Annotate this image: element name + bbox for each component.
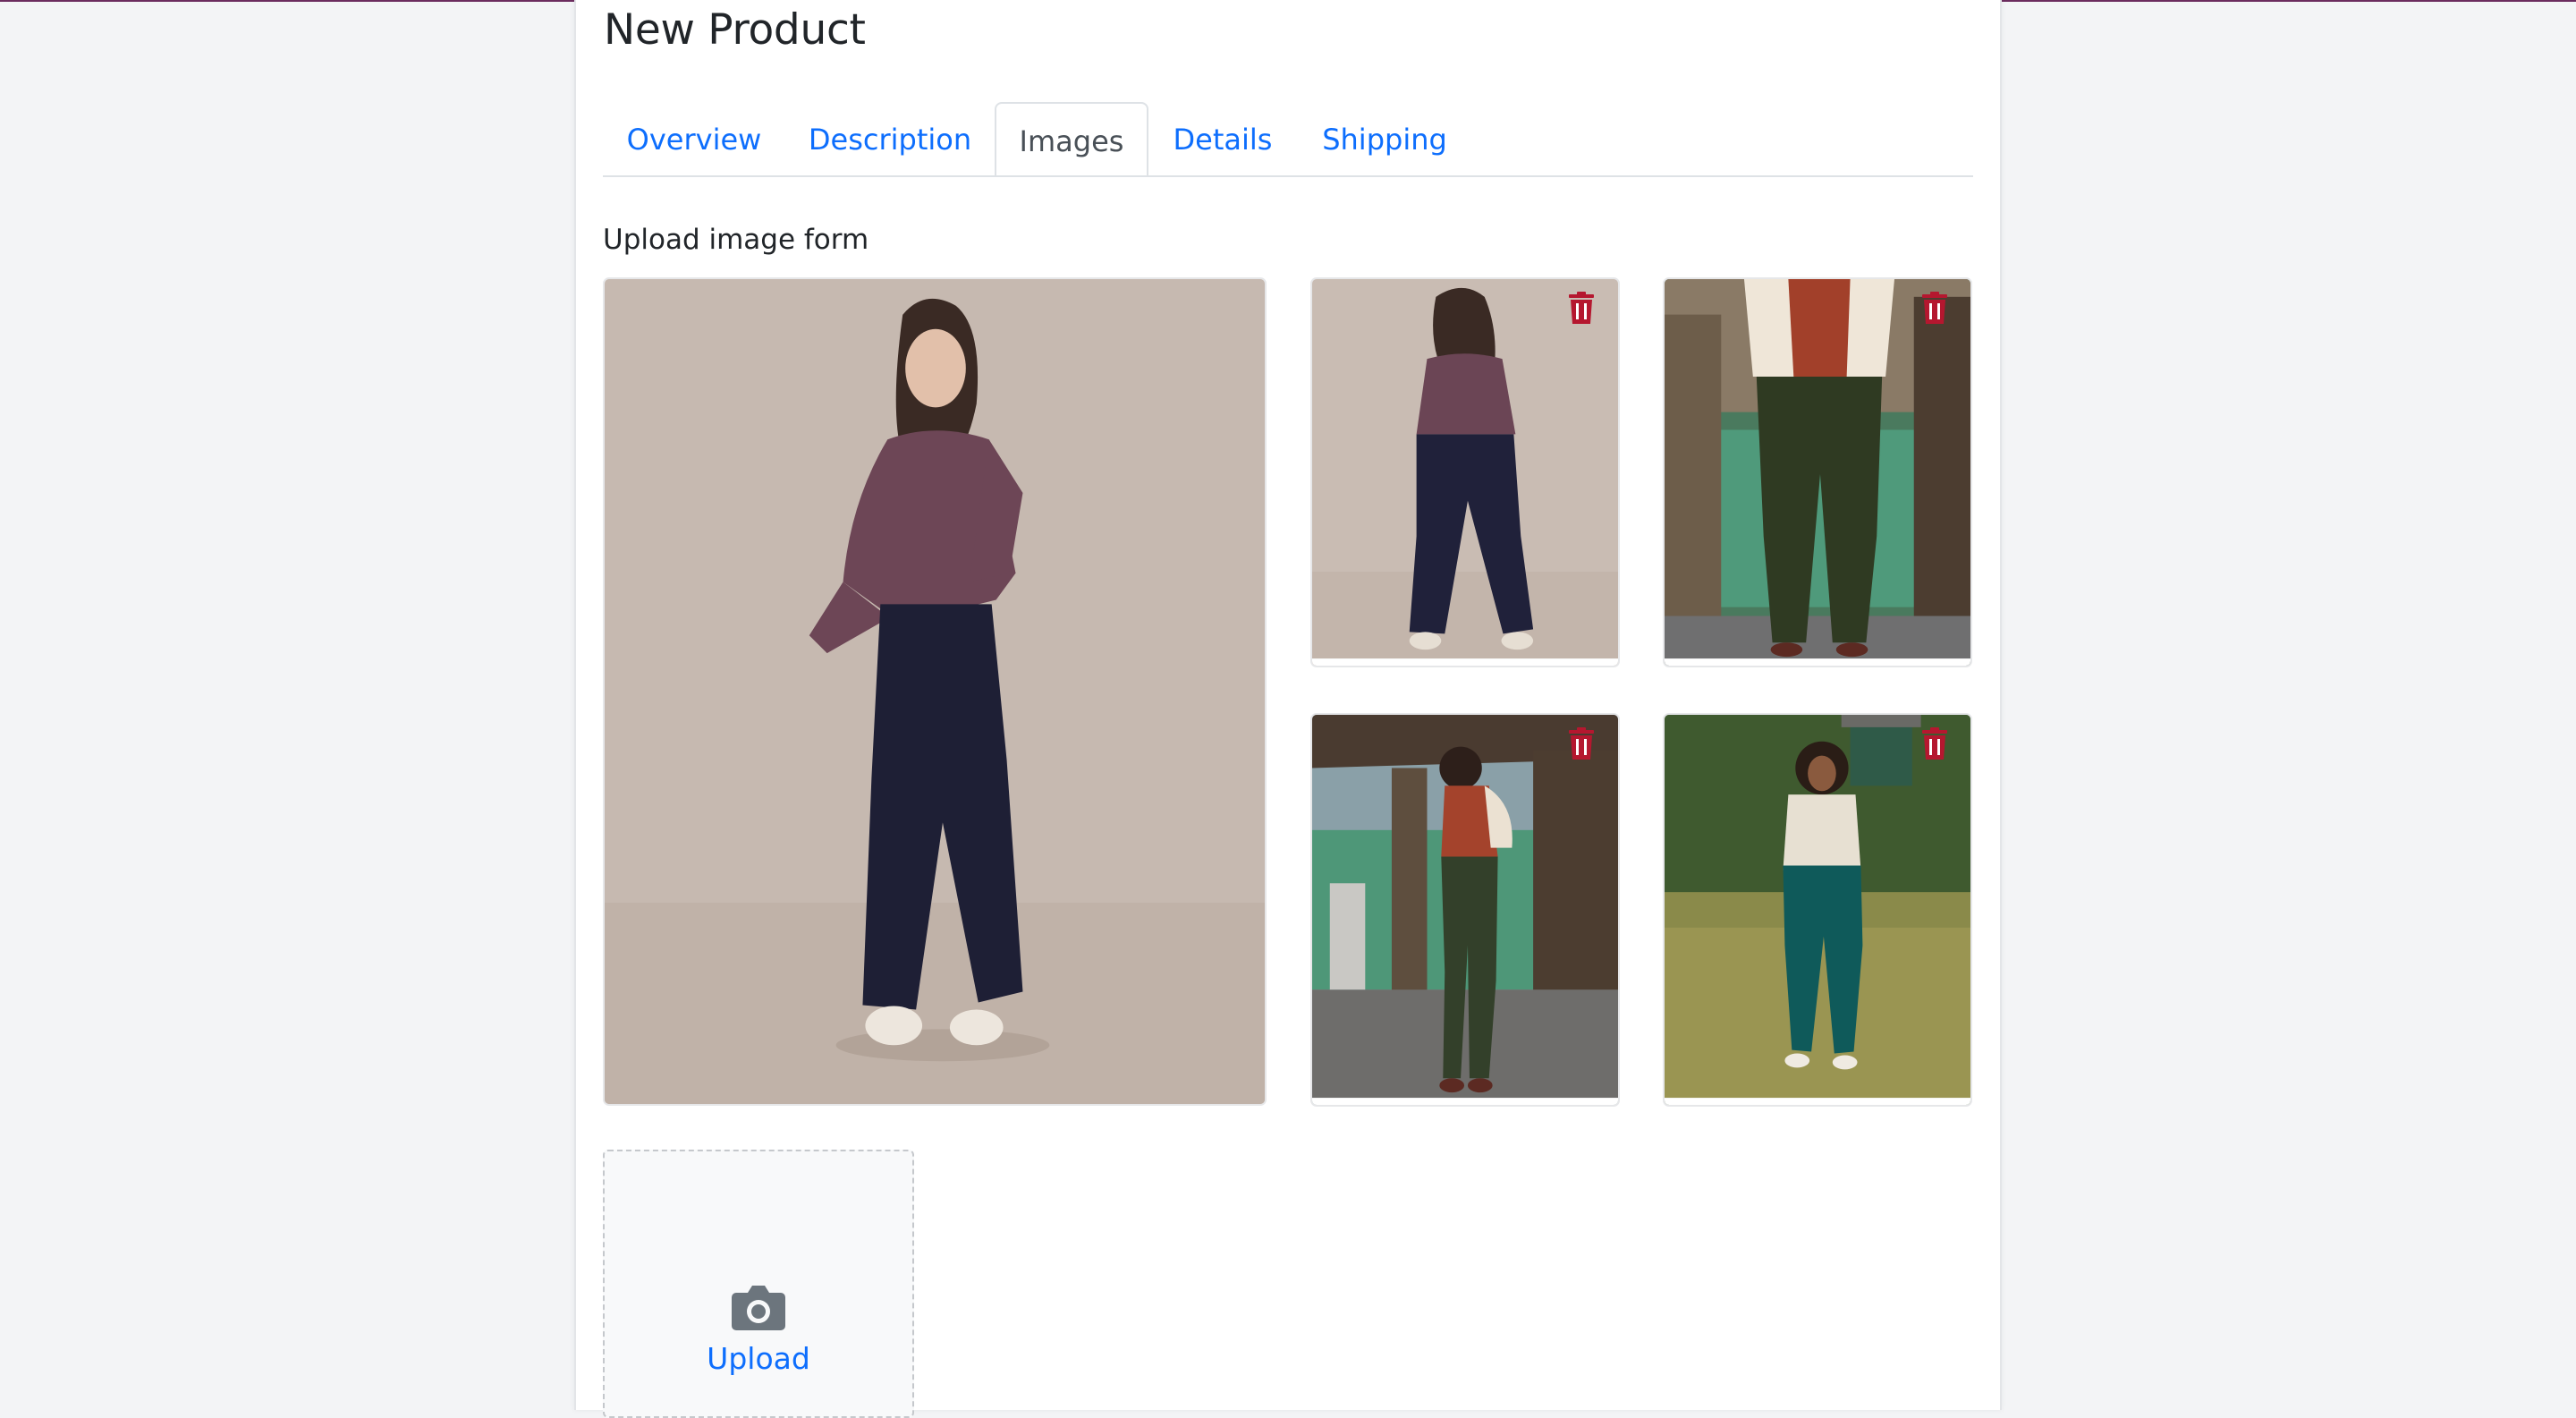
product-photo <box>605 279 1265 1104</box>
delete-image-2-button[interactable] <box>1921 292 1948 324</box>
delete-image-1-button[interactable] <box>1568 292 1595 324</box>
product-photo <box>1665 279 1970 666</box>
tab-shipping[interactable]: Shipping <box>1297 102 1472 177</box>
upload-dropzone[interactable]: Upload <box>603 1150 914 1418</box>
trash-icon <box>1922 727 1947 760</box>
product-image-thumb-4[interactable] <box>1663 713 1972 1107</box>
tab-divider <box>603 175 1973 177</box>
product-image-thumb-1[interactable] <box>1310 277 1620 667</box>
product-image-thumb-3[interactable] <box>1310 713 1620 1107</box>
upload-form-label: Upload image form <box>603 224 869 256</box>
product-photo <box>1312 715 1618 1105</box>
camera-icon <box>732 1286 785 1330</box>
product-photo <box>1665 715 1970 1105</box>
delete-image-4-button[interactable] <box>1921 727 1948 760</box>
tab-overview[interactable]: Overview <box>603 102 785 177</box>
trash-icon <box>1922 292 1947 324</box>
upload-label: Upload <box>707 1341 810 1376</box>
tab-details[interactable]: Details <box>1148 102 1297 177</box>
tab-images[interactable]: Images <box>995 102 1148 177</box>
product-image-primary[interactable] <box>603 277 1267 1106</box>
tab-description[interactable]: Description <box>785 102 995 177</box>
trash-icon <box>1569 727 1594 760</box>
delete-image-3-button[interactable] <box>1568 727 1595 760</box>
product-image-thumb-2[interactable] <box>1663 277 1972 667</box>
product-photo <box>1312 279 1618 666</box>
page-title: New Product <box>604 5 866 55</box>
trash-icon <box>1569 292 1594 324</box>
